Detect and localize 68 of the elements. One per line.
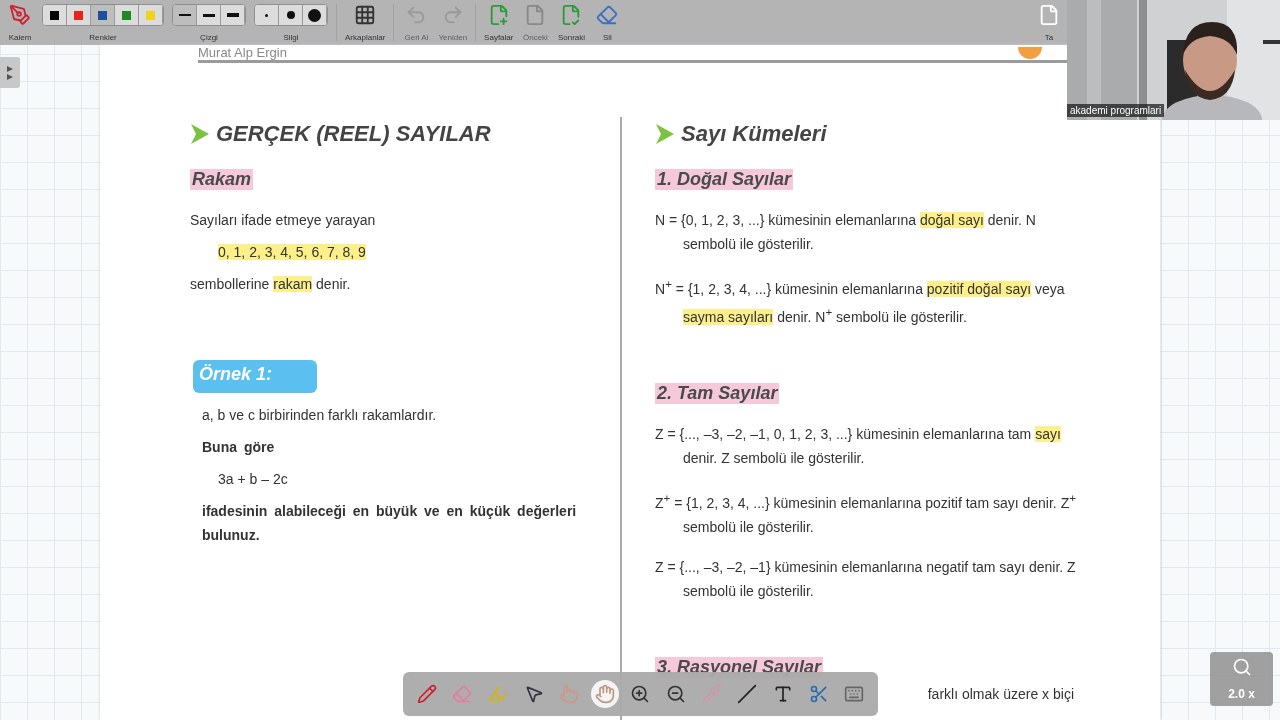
dot-icon: [265, 13, 268, 17]
eraser-icon: [452, 684, 473, 704]
subsection-heading: 1. Doğal Sayılar: [655, 169, 794, 190]
line-icon: [737, 684, 758, 704]
color-button[interactable]: [43, 5, 67, 25]
pipette-icon: [701, 684, 722, 704]
paragraph-text: Buna göre: [201, 438, 276, 457]
paragraph-text: Z = {..., –3, –2, –1, 0, 1, 2, 3, ...} kümesinin elemanlarına tam sayı denir. Z sembolü ile gösterilir.: [655, 425, 1062, 469]
paragraph-text: N$^{+}$ = {1, 2, 3, 4, ...} kümesinin elemanlarına pozitif doğal sayı veya sayma sayıları denir. N$^{+}$ sembolü ile gösterilir.: [655, 276, 1066, 328]
keyboard-icon: [844, 684, 865, 704]
toolbar-button[interactable]: Kalem: [2, 0, 38, 45]
expand-icon: [7, 65, 13, 80]
paragraph-text: Sayıları ifade etmeye yarayan: [190, 211, 377, 230]
line-width-button[interactable]: [221, 5, 245, 25]
search-icon: [1231, 657, 1252, 677]
line-width-icon: [178, 14, 191, 16]
paragraph-text: ifadesinin alabileceği en büyük ve en küçük değerleri bulunuz.: [201, 502, 578, 545]
section-heading: Sayı Kümeleri: [681, 121, 827, 147]
toolbar-button[interactable]: Sonraki: [553, 0, 590, 45]
eraser-size-button[interactable]: [303, 5, 327, 25]
formula-text: 3a + b – 2c: [217, 470, 289, 489]
finger-icon: [559, 684, 580, 704]
page-icon: [1038, 4, 1060, 26]
paragraph-text: Z = {..., –3, –2, –1} kümesinin elemanlarına negatif tam sayı denir. Z sembolü ile gösterilir.: [655, 557, 1077, 601]
group-label: Renkler: [89, 33, 117, 43]
arrow-icon: [190, 123, 210, 145]
paragraph-text: farklı olmak üzere x biçi: [927, 684, 1075, 704]
pencil-icon: [416, 684, 437, 704]
formula-text: 0, 1, 2, 3, 4, 5, 6, 7, 8, 9: [217, 243, 367, 262]
paragraph-text: N = {0, 1, 2, 3, ...} kümesinin elemanlarına doğal sayı denir. N sembolü ile gösterilir.: [655, 211, 1037, 254]
paragraph-text: sembollerine rakam denir.: [190, 275, 352, 294]
eraser-icon: [596, 4, 619, 26]
eraser-size-button[interactable]: [279, 5, 303, 25]
subsection-heading: 2. Tam Sayılar: [655, 383, 780, 405]
grid-icon: [354, 4, 377, 26]
toolbar-button[interactable]: Arkaplanlar: [341, 0, 390, 45]
color-button[interactable]: [115, 5, 139, 25]
dot-icon: [286, 11, 295, 19]
section-heading: GERÇEK (REEL) SAYILAR: [216, 121, 491, 147]
toolbar-button[interactable]: Sil: [589, 0, 626, 45]
example-label: Örnek 1:: [193, 360, 317, 393]
author-name: Murat Alp Ergin: [198, 45, 287, 60]
toolbar-button[interactable]: Ta: [1031, 0, 1067, 45]
zoom-out-icon: [666, 684, 687, 704]
side-panel-tab[interactable]: [0, 57, 20, 88]
color-button[interactable]: [91, 5, 115, 25]
participant-name: akademi programlari: [1067, 104, 1165, 117]
hand-icon: [594, 684, 615, 704]
highlighter-icon: [488, 684, 508, 704]
arrow-icon: [655, 123, 675, 145]
line-width-icon: [202, 13, 215, 17]
toolbar-button[interactable]: Sayfalar: [480, 0, 518, 45]
cursor-icon: [523, 684, 544, 704]
paragraph-text: a, b ve c birbirinden farklı rakamlardır.: [201, 406, 438, 425]
line-width-button[interactable]: [197, 5, 221, 25]
zoom-in-icon: [630, 684, 651, 704]
dot-icon: [308, 8, 321, 22]
group-label: Silgi: [283, 33, 299, 43]
group-label: Çizgi: [200, 33, 218, 43]
line-width-icon: [226, 13, 239, 17]
paragraph-text: Z$^{+}$ = {1, 2, 3, 4, ...} kümesinin elemanlarına pozitif tam sayı denir. Z$^{+}$ sembolü ile gösterilir.: [655, 490, 1077, 537]
color-button[interactable]: [139, 5, 163, 25]
scissors-icon: [808, 684, 829, 704]
logo-icon: [1018, 46, 1042, 59]
pen-icon: [9, 4, 31, 26]
subsection-heading: Rakam: [190, 169, 254, 190]
color-button[interactable]: [67, 5, 91, 25]
line-width-button[interactable]: [173, 5, 197, 25]
